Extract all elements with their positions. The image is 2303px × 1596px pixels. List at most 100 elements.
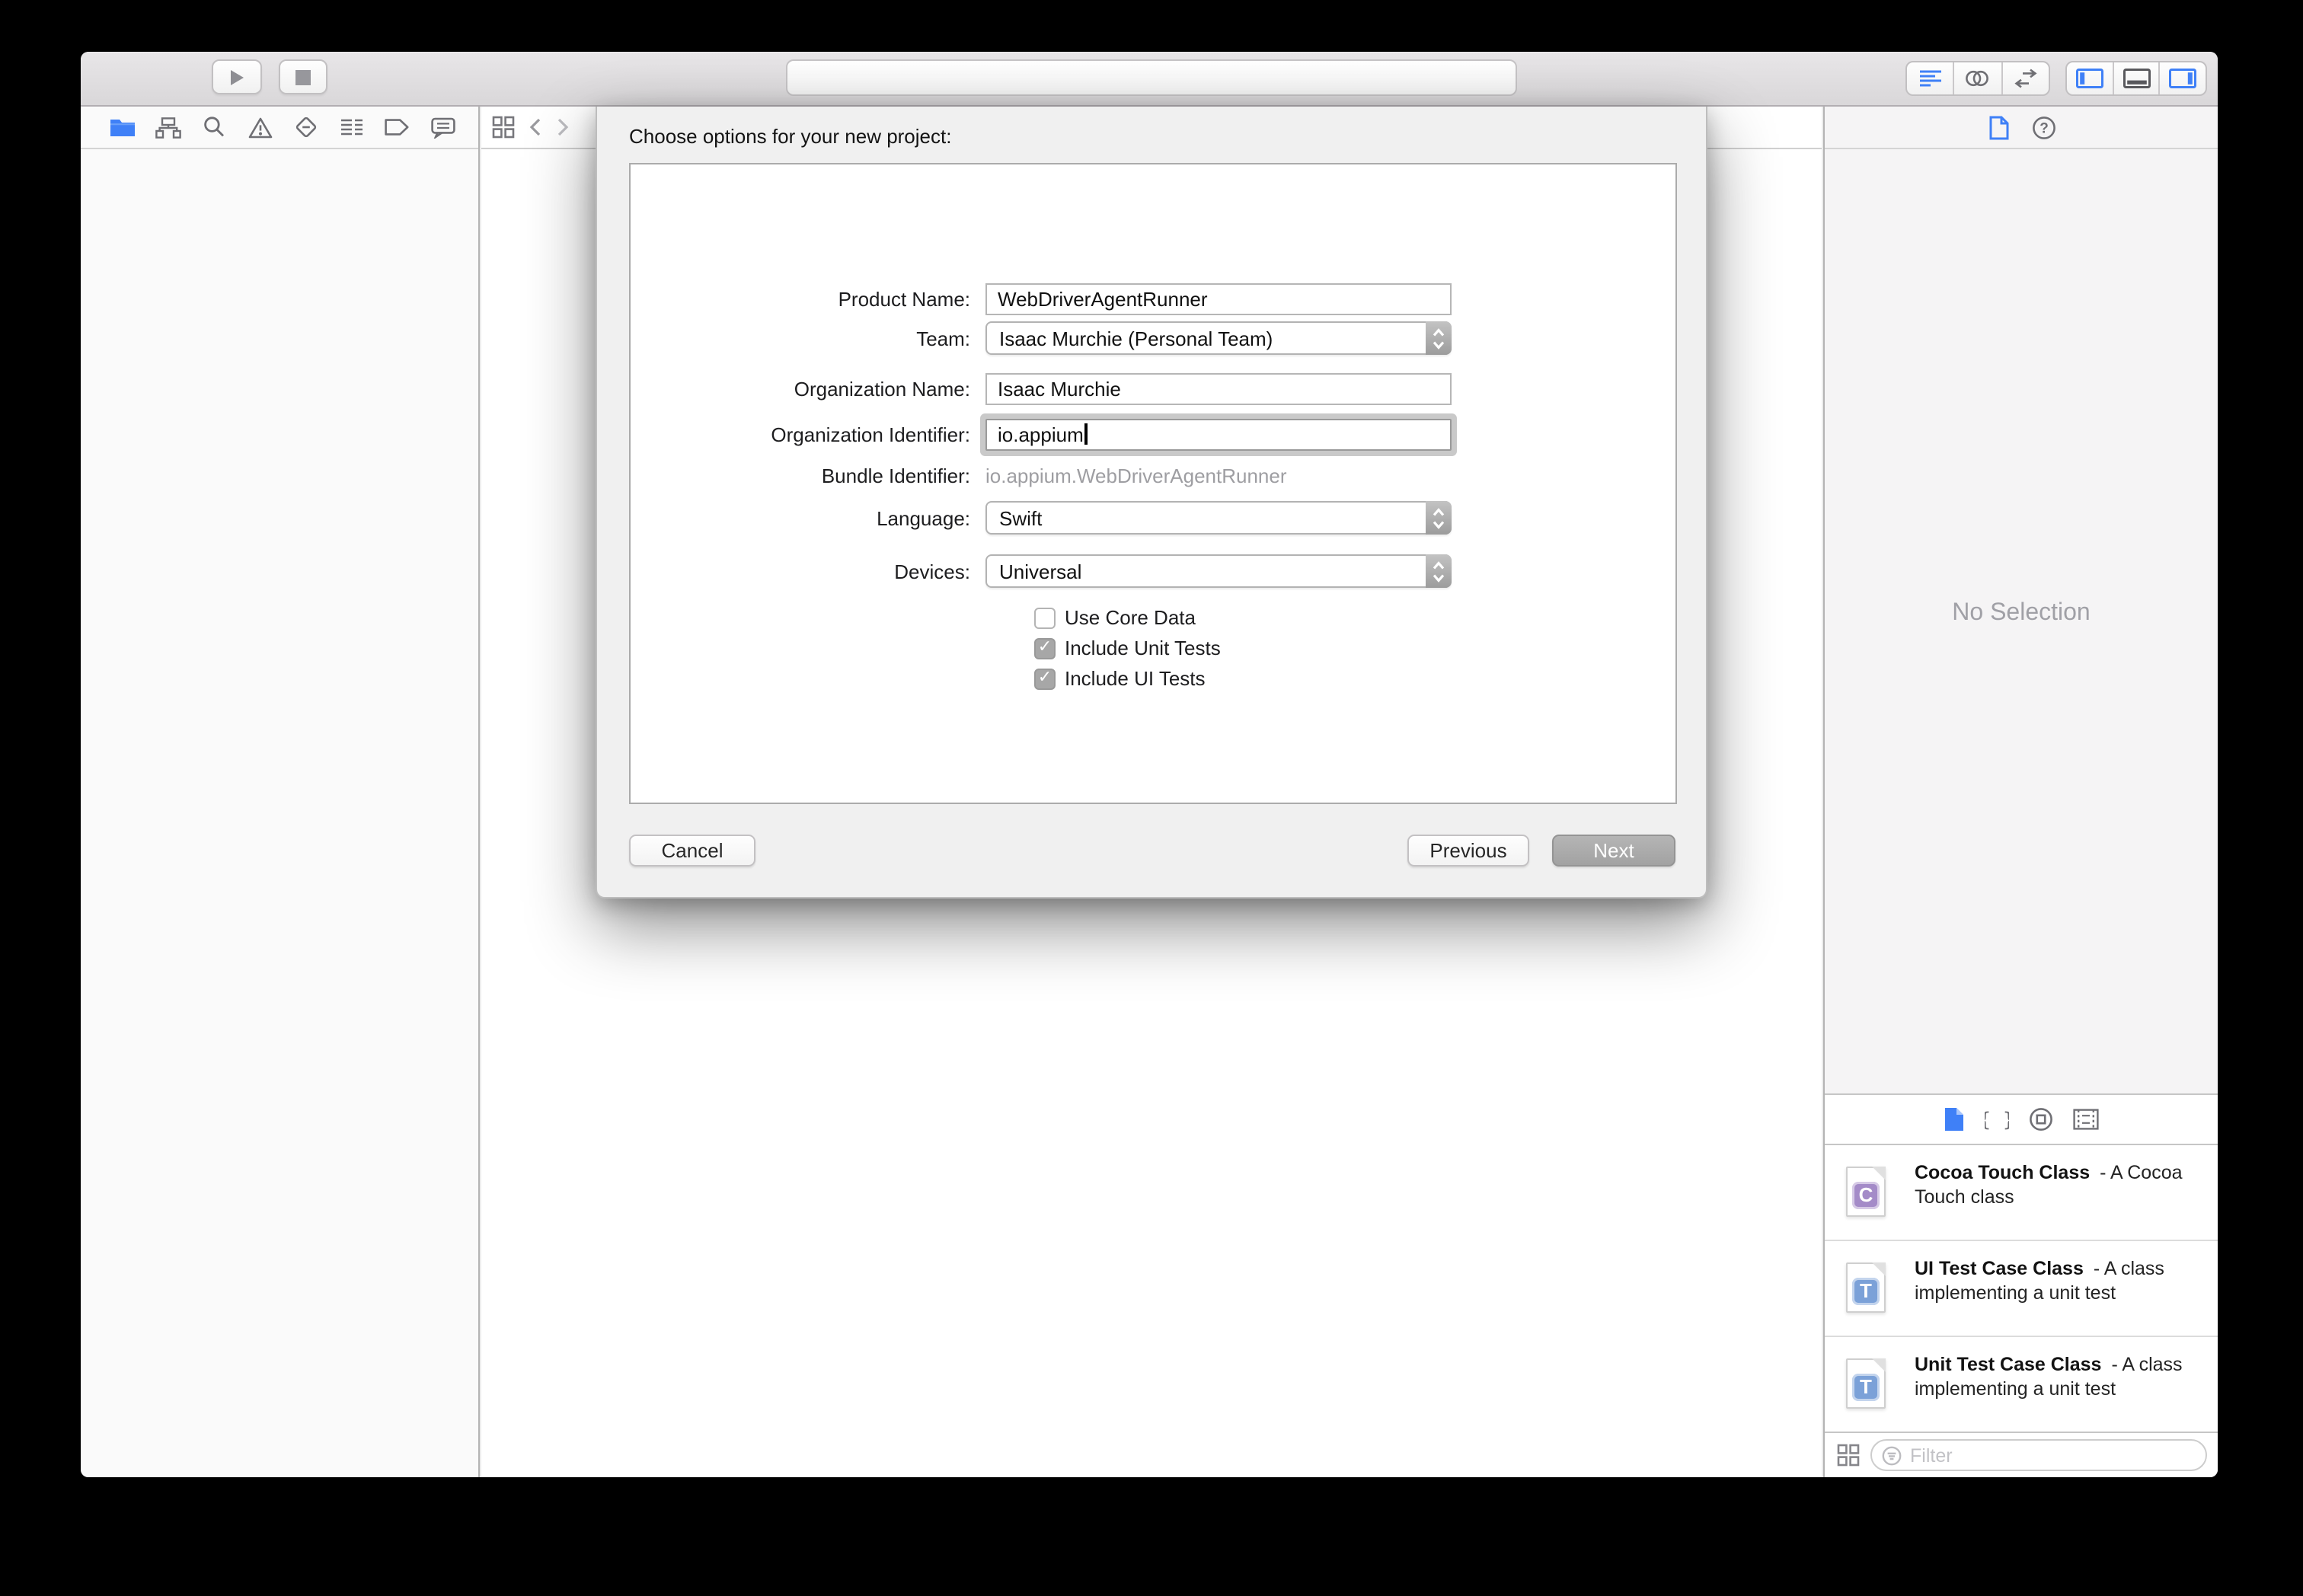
library-item-ui-test-case-class[interactable]: T UI Test Case Class - A class implement… xyxy=(1825,1240,2218,1334)
filter-icon xyxy=(1881,1444,1902,1466)
bundle-identifier-value: io.appium.WebDriverAgentRunner xyxy=(985,464,1287,487)
library-item-unit-test-case-class[interactable]: T Unit Test Case Class - A class impleme… xyxy=(1825,1336,2218,1430)
run-button[interactable] xyxy=(212,59,262,94)
svg-text:{ }: { } xyxy=(1985,1109,2009,1132)
standard-editor-button[interactable] xyxy=(1907,62,1953,94)
include-unit-tests-label: Include Unit Tests xyxy=(1065,637,1221,659)
navigator-panel-button[interactable] xyxy=(2067,62,2112,94)
library-item-title: UI Test Case Class xyxy=(1915,1258,2084,1279)
use-core-data-checkbox[interactable] xyxy=(1034,607,1056,628)
activity-viewer xyxy=(786,59,1517,95)
objects-tab[interactable] xyxy=(2029,1107,2053,1132)
test-file-icon: T xyxy=(1846,1262,1886,1313)
devices-popup[interactable]: Universal xyxy=(985,554,1452,588)
utilities-panel-button[interactable] xyxy=(2158,62,2206,94)
debug-area-icon xyxy=(2123,68,2150,88)
organization-identifier-field[interactable]: io.appium xyxy=(985,418,1452,450)
include-ui-tests-label: Include UI Tests xyxy=(1065,667,1206,690)
media-tab[interactable] xyxy=(2073,1109,2099,1130)
navigator-tab-bar xyxy=(81,107,478,149)
library-item-title: Cocoa Touch Class xyxy=(1915,1162,2091,1183)
version-editor-icon xyxy=(2014,68,2038,88)
inspector-tab-bar: ? xyxy=(1825,107,2218,149)
help-icon: ? xyxy=(2031,115,2055,139)
template-library-list: C Cocoa Touch Class - A Cocoa Touch clas… xyxy=(1825,1145,2218,1432)
dialog-title: Choose options for your new project: xyxy=(629,125,952,148)
related-items-button[interactable] xyxy=(492,116,515,139)
warning-triangle-icon xyxy=(248,117,272,138)
tag-icon xyxy=(384,117,410,137)
quick-help-tab[interactable]: ? xyxy=(2031,115,2055,139)
search-icon xyxy=(203,116,225,139)
diamond-icon xyxy=(293,116,318,139)
chevron-right-icon xyxy=(556,117,570,137)
library-filter-field[interactable] xyxy=(1870,1439,2207,1471)
popup-stepper-icon xyxy=(1426,501,1452,535)
navigator-panel-icon xyxy=(2075,68,2103,88)
test-file-icon: T xyxy=(1846,1358,1886,1409)
rows-icon xyxy=(339,117,363,137)
organization-name-label: Organization Name: xyxy=(794,377,970,400)
library-item-cocoa-touch-class[interactable]: C Cocoa Touch Class - A Cocoa Touch clas… xyxy=(1825,1145,2218,1240)
file-template-icon xyxy=(1944,1107,1965,1132)
film-strip-icon xyxy=(2073,1109,2099,1130)
file-templates-tab[interactable] xyxy=(1944,1107,1965,1132)
assistant-editor-icon xyxy=(1966,68,1990,88)
code-snippets-tab[interactable]: { } xyxy=(1985,1107,2009,1132)
stop-button[interactable] xyxy=(279,59,327,94)
cancel-button[interactable]: Cancel xyxy=(629,835,755,867)
team-popup[interactable]: Isaac Murchie (Personal Team) xyxy=(985,321,1452,355)
filter-input[interactable] xyxy=(1910,1444,2206,1466)
xcode-window: ? No Selection { } xyxy=(81,52,2218,1477)
utilities-panel: ? No Selection { } xyxy=(1823,107,2218,1477)
document-icon xyxy=(1987,115,2010,139)
play-icon xyxy=(228,68,245,86)
no-selection-label: No Selection xyxy=(1952,600,2091,626)
test-navigator-button[interactable] xyxy=(292,116,318,139)
assistant-editor-button[interactable] xyxy=(1953,62,2001,94)
symbol-hierarchy-icon xyxy=(155,117,181,138)
standard-editor-icon xyxy=(1918,68,1941,88)
folder-icon xyxy=(110,117,136,137)
debug-area-button[interactable] xyxy=(2112,62,2158,94)
find-navigator-button[interactable] xyxy=(201,116,227,139)
library-item-title: Unit Test Case Class xyxy=(1915,1354,2102,1375)
grid-view-button[interactable] xyxy=(1837,1444,1860,1467)
bundle-identifier-label: Bundle Identifier: xyxy=(821,464,970,487)
navigator-panel xyxy=(81,107,480,1477)
utilities-panel-icon xyxy=(2169,68,2197,88)
symbol-navigator-button[interactable] xyxy=(155,116,181,139)
svg-text:?: ? xyxy=(2039,120,2048,136)
breakpoint-navigator-button[interactable] xyxy=(384,116,410,139)
popup-stepper-icon xyxy=(1426,321,1452,355)
product-name-field[interactable]: WebDriverAgentRunner xyxy=(985,282,1452,314)
report-navigator-button[interactable] xyxy=(430,116,455,139)
speech-bubble-icon xyxy=(430,117,455,138)
panel-toggle-segmented-control xyxy=(2065,60,2207,95)
organization-name-field[interactable]: Isaac Murchie xyxy=(985,372,1452,404)
object-library-icon xyxy=(2029,1107,2053,1132)
braces-icon: { } xyxy=(1985,1107,2009,1132)
include-unit-tests-checkbox[interactable]: ✓ xyxy=(1034,637,1056,659)
file-inspector-tab[interactable] xyxy=(1987,115,2010,139)
include-ui-tests-checkbox[interactable]: ✓ xyxy=(1034,668,1056,689)
back-button[interactable] xyxy=(529,117,542,137)
chevron-left-icon xyxy=(529,117,542,137)
library-tab-bar: { } xyxy=(1825,1093,2218,1145)
language-popup[interactable]: Swift xyxy=(985,501,1452,535)
issue-navigator-button[interactable] xyxy=(247,116,273,139)
version-editor-button[interactable] xyxy=(2001,62,2049,94)
project-navigator-button[interactable] xyxy=(110,116,136,139)
text-cursor xyxy=(1084,423,1088,445)
class-file-icon: C xyxy=(1846,1167,1886,1217)
previous-button[interactable]: Previous xyxy=(1407,835,1529,867)
next-button[interactable]: Next xyxy=(1552,835,1675,867)
language-label: Language: xyxy=(877,506,970,529)
use-core-data-label: Use Core Data xyxy=(1065,606,1196,629)
team-label: Team: xyxy=(916,327,970,350)
forward-button[interactable] xyxy=(556,117,570,137)
library-filter-bar xyxy=(1825,1432,2218,1477)
debug-navigator-button[interactable] xyxy=(338,116,364,139)
product-name-label: Product Name: xyxy=(838,287,970,310)
devices-label: Devices: xyxy=(894,560,970,583)
